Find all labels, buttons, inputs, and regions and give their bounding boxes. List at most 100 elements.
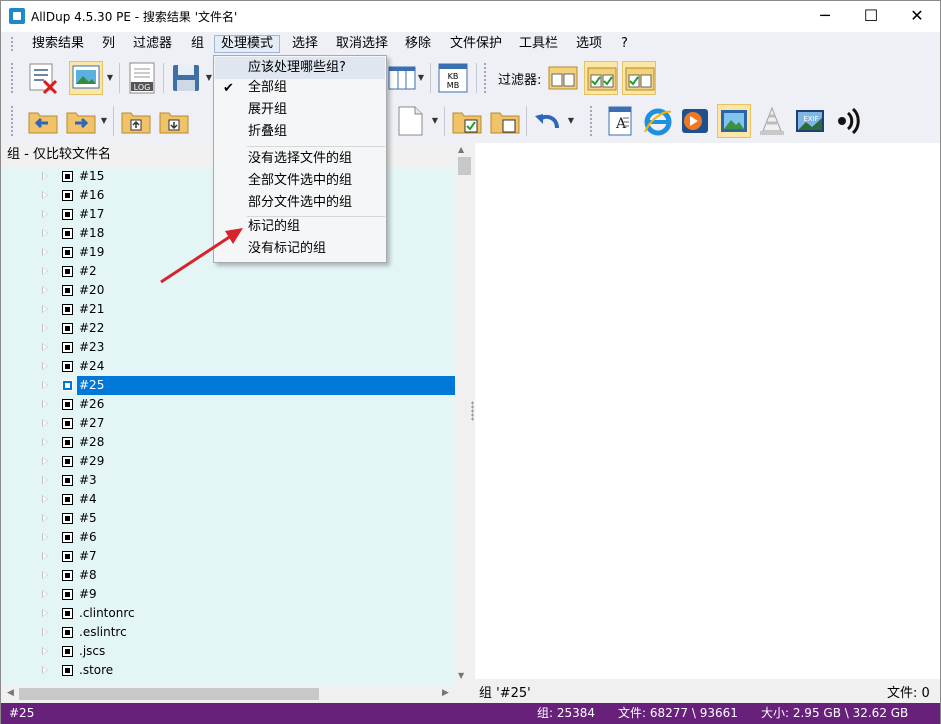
group-checkbox[interactable] [62,380,73,391]
exif-viewer-button[interactable]: EXIF [793,104,827,138]
tree-row[interactable]: #26 [1,395,456,414]
menu-search-results[interactable]: 搜索结果 [26,35,90,53]
filter-all-button[interactable] [584,61,618,95]
group-checkbox[interactable] [62,342,73,353]
expand-arrow-icon[interactable] [42,172,48,180]
menu-columns[interactable]: 列 [96,35,121,53]
group-checkbox[interactable] [62,304,73,315]
group-checkbox[interactable] [62,209,73,220]
filter-none-button[interactable] [546,61,580,95]
expand-arrow-icon[interactable] [42,590,48,598]
expand-arrow-icon[interactable] [42,286,48,294]
column-width-button[interactable] [386,61,420,95]
tree-row[interactable]: .eslintrc [1,623,456,642]
expand-arrow-icon[interactable] [42,609,48,617]
expand-arrow-icon[interactable] [42,229,48,237]
menu-item-no-selected-groups[interactable]: 没有选择文件的组 [215,148,385,170]
vlc-player-button[interactable] [755,104,789,138]
menu-process-mode[interactable]: 处理模式 [214,35,281,53]
group-checkbox[interactable] [62,475,73,486]
menu-item-all-selected-groups[interactable]: 全部文件选中的组 [215,170,385,192]
group-checkbox[interactable] [62,437,73,448]
size-unit-button[interactable]: KB MB [436,61,470,95]
save-button[interactable] [169,61,203,95]
group-checkbox[interactable] [62,323,73,334]
tree-row[interactable]: .jscs [1,642,456,661]
web-viewer-button[interactable] [641,104,675,138]
menu-item-collapsed-groups[interactable]: 折叠组 [215,121,385,143]
menu-item-expanded-groups[interactable]: 展开组 [215,99,385,121]
menu-remove[interactable]: 移除 [399,35,437,53]
select-in-folder-button[interactable] [450,104,484,138]
tree-row[interactable]: #9 [1,585,456,604]
tree-row[interactable]: #5 [1,509,456,528]
expand-arrow-icon[interactable] [42,552,48,560]
expand-arrow-icon[interactable] [42,666,48,674]
previous-group-button[interactable] [26,104,60,138]
tree-row[interactable]: .store [1,661,456,680]
scroll-right-arrow-icon[interactable]: ▶ [442,688,449,698]
expand-arrow-icon[interactable] [42,210,48,218]
deselect-in-folder-button[interactable] [488,104,522,138]
undo-button[interactable] [531,104,565,138]
group-checkbox[interactable] [62,190,73,201]
group-checkbox[interactable] [62,532,73,543]
clear-results-button[interactable] [26,61,60,95]
group-checkbox[interactable] [62,266,73,277]
column-width-dropdown[interactable]: ▼ [417,61,425,95]
toolbar-grip[interactable] [483,62,487,94]
expand-arrow-icon[interactable] [42,343,48,351]
menu-filter[interactable]: 过滤器 [127,35,178,53]
tree-row[interactable]: #7 [1,547,456,566]
audio-player-button[interactable] [831,104,865,138]
view-mode-dropdown[interactable]: ▼ [106,61,114,95]
expand-arrow-icon[interactable] [42,324,48,332]
filter-partial-button[interactable] [622,61,656,95]
tree-row[interactable]: #22 [1,319,456,338]
group-checkbox[interactable] [62,418,73,429]
group-checkbox[interactable] [62,627,73,638]
media-player-button[interactable] [679,104,713,138]
group-checkbox[interactable] [62,513,73,524]
expand-arrow-icon[interactable] [42,495,48,503]
group-checkbox[interactable] [62,608,73,619]
expand-arrow-icon[interactable] [42,571,48,579]
menu-select[interactable]: 选择 [286,35,324,53]
toolbar-grip[interactable] [10,105,14,137]
tree-row[interactable]: #29 [1,452,456,471]
group-checkbox[interactable] [62,285,73,296]
expand-arrow-icon[interactable] [42,400,48,408]
expand-arrow-icon[interactable] [42,628,48,636]
expand-arrow-icon[interactable] [42,647,48,655]
group-checkbox[interactable] [62,494,73,505]
group-checkbox[interactable] [62,247,73,258]
tree-horizontal-scrollbar[interactable]: ◀ ▶ [1,685,456,703]
tree-row[interactable]: #25 [1,376,456,395]
maximize-button[interactable]: ☐ [848,1,894,32]
scroll-down-arrow-icon[interactable]: ▼ [458,671,464,680]
tree-row[interactable]: #27 [1,414,456,433]
expand-arrow-icon[interactable] [42,514,48,522]
tree-hscroll-thumb[interactable] [19,688,319,700]
view-mode-button[interactable] [69,61,103,95]
expand-arrow-icon[interactable] [42,476,48,484]
expand-arrow-icon[interactable] [42,248,48,256]
new-file-dropdown[interactable]: ▼ [431,104,439,138]
expand-arrow-icon[interactable] [42,191,48,199]
group-checkbox[interactable] [62,665,73,676]
expand-arrow-icon[interactable] [42,419,48,427]
tree-row[interactable]: #28 [1,433,456,452]
group-checkbox[interactable] [62,551,73,562]
expand-arrow-icon[interactable] [42,362,48,370]
minimize-button[interactable]: ─ [802,1,848,32]
collapse-all-button[interactable] [157,104,191,138]
toolbar-grip[interactable] [10,62,14,94]
undo-dropdown[interactable]: ▼ [567,104,575,138]
menu-item-partial-selected-groups[interactable]: 部分文件选中的组 [215,192,385,214]
text-viewer-button[interactable]: A [603,104,637,138]
expand-arrow-icon[interactable] [42,267,48,275]
group-checkbox[interactable] [62,570,73,581]
scroll-left-arrow-icon[interactable]: ◀ [7,688,14,698]
menu-deselect[interactable]: 取消选择 [330,35,394,53]
expand-arrow-icon[interactable] [42,305,48,313]
